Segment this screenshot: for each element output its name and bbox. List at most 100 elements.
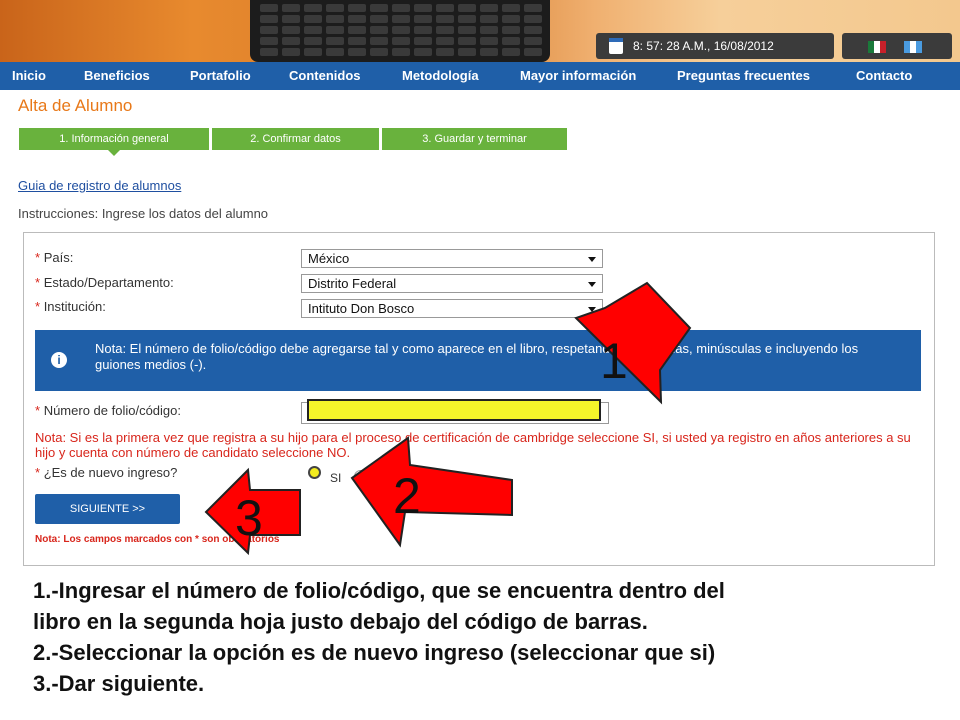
keyboard-key (436, 26, 454, 34)
institucion-label: * Institución: (35, 299, 106, 314)
instruction-line-1: 1.-Ingresar el número de folio/código, q… (33, 578, 725, 603)
keyboard-key (414, 4, 432, 12)
keyboard-key (524, 26, 542, 34)
keyboard-key (480, 26, 498, 34)
keyboard-key (502, 15, 520, 23)
keyboard-key (282, 4, 300, 12)
keyboard-key (348, 48, 366, 56)
keyboard-key (414, 37, 432, 45)
nav-preguntas-frecuentes[interactable]: Preguntas frecuentes (677, 68, 810, 83)
mexico-flag-icon[interactable] (868, 41, 886, 53)
keyboard-key (326, 4, 344, 12)
folio-highlight-overlay (307, 399, 601, 421)
chevron-down-icon (588, 282, 596, 287)
info-icon: i (51, 352, 67, 368)
keyboard-key (326, 37, 344, 45)
page-title: Alta de Alumno (18, 96, 133, 115)
keyboard-key (370, 37, 388, 45)
keyboard-key (458, 26, 476, 34)
instructions-text: Instrucciones: Ingrese los datos del alu… (18, 206, 269, 221)
estado-select[interactable]: Distrito Federal (301, 274, 603, 293)
nav-metodologia[interactable]: Metodología (402, 68, 479, 83)
keyboard-key (392, 37, 410, 45)
keyboard-key (370, 4, 388, 12)
radio-no[interactable] (354, 470, 367, 483)
chevron-down-icon (588, 257, 596, 262)
nav-portafolio[interactable]: Portafolio (190, 68, 251, 83)
nav-mayor-informacion[interactable]: Mayor información (520, 68, 636, 83)
chevron-down-icon (588, 307, 596, 312)
keyboard-key (502, 37, 520, 45)
laptop-keyboard-image (250, 0, 550, 62)
keyboard-key (524, 48, 542, 56)
keyboard-key (326, 48, 344, 56)
step-guardar-terminar: 3. Guardar y terminar (382, 128, 567, 150)
keyboard-key (348, 37, 366, 45)
instruction-line-4: 3.-Dar siguiente. (33, 671, 205, 696)
keyboard-key (524, 15, 542, 23)
keyboard-key (392, 15, 410, 23)
keyboard-key (304, 48, 322, 56)
keyboard-key (436, 4, 454, 12)
instruction-line-2: libro en la segunda hoja justo debajo de… (33, 609, 648, 634)
keyboard-key (436, 37, 454, 45)
keyboard-key (392, 4, 410, 12)
keyboard-key (414, 48, 432, 56)
step-informacion-general: 1. Información general (19, 128, 209, 156)
datetime-bar: 8: 57: 28 A.M., 16/08/2012 (596, 33, 834, 59)
keyboard-key (304, 26, 322, 34)
nav-inicio[interactable]: Inicio (12, 68, 46, 83)
keyboard-key (260, 4, 278, 12)
keyboard-key (524, 4, 542, 12)
radio-si-label: SI (330, 471, 342, 485)
institucion-select[interactable]: Intituto Don Bosco (301, 299, 603, 318)
keyboard-key (458, 37, 476, 45)
keyboard-key (370, 48, 388, 56)
calendar-icon (609, 38, 623, 54)
keyboard-key (458, 48, 476, 56)
keyboard-key (502, 48, 520, 56)
keyboard-key (480, 37, 498, 45)
keyboard-key (282, 26, 300, 34)
keyboard-key (458, 4, 476, 12)
keyboard-key (480, 15, 498, 23)
radio-si[interactable] (308, 466, 321, 479)
estado-label: * Estado/Departamento: (35, 275, 174, 290)
step-confirmar-datos: 2. Confirmar datos (212, 128, 379, 150)
main-nav: Inicio Beneficios Portafolio Contenidos … (0, 62, 960, 90)
keyboard-key (502, 26, 520, 34)
keyboard-key (304, 37, 322, 45)
nav-contenidos[interactable]: Contenidos (289, 68, 361, 83)
instruction-line-3: 2.-Seleccionar la opción es de nuevo ing… (33, 640, 716, 665)
nav-contacto[interactable]: Contacto (856, 68, 912, 83)
required-fields-note: Nota: Los campos marcados con * son obli… (35, 534, 280, 545)
keyboard-key (502, 4, 520, 12)
pais-label: * País: (35, 250, 74, 265)
guide-link[interactable]: Guia de registro de alumnos (18, 178, 181, 193)
keyboard-key (480, 48, 498, 56)
pais-select[interactable]: México (301, 249, 603, 268)
nav-beneficios[interactable]: Beneficios (84, 68, 150, 83)
keyboard-key (348, 26, 366, 34)
tutorial-instructions: 1.-Ingresar el número de folio/código, q… (33, 575, 933, 699)
keyboard-key (260, 26, 278, 34)
keyboard-key (524, 37, 542, 45)
guatemala-flag-icon[interactable] (904, 41, 922, 53)
language-bar (842, 33, 952, 59)
info-note-text: Nota: El número de folio/código debe agr… (95, 341, 859, 372)
info-note-box: i Nota: El número de folio/código debe a… (35, 330, 921, 391)
keyboard-key (436, 15, 454, 23)
keyboard-key (392, 26, 410, 34)
keyboard-key (304, 15, 322, 23)
keyboard-key (260, 48, 278, 56)
folio-label: * Número de folio/código: (35, 403, 181, 418)
keyboard-key (348, 4, 366, 12)
datetime-text: 8: 57: 28 A.M., 16/08/2012 (633, 39, 774, 53)
keyboard-key (260, 37, 278, 45)
keyboard-key (480, 4, 498, 12)
keyboard-key (260, 15, 278, 23)
keyboard-key (282, 37, 300, 45)
keyboard-key (414, 15, 432, 23)
siguiente-button[interactable]: SIGUIENTE >> (35, 494, 180, 524)
nuevo-ingreso-label: * ¿Es de nuevo ingreso? (35, 465, 178, 480)
